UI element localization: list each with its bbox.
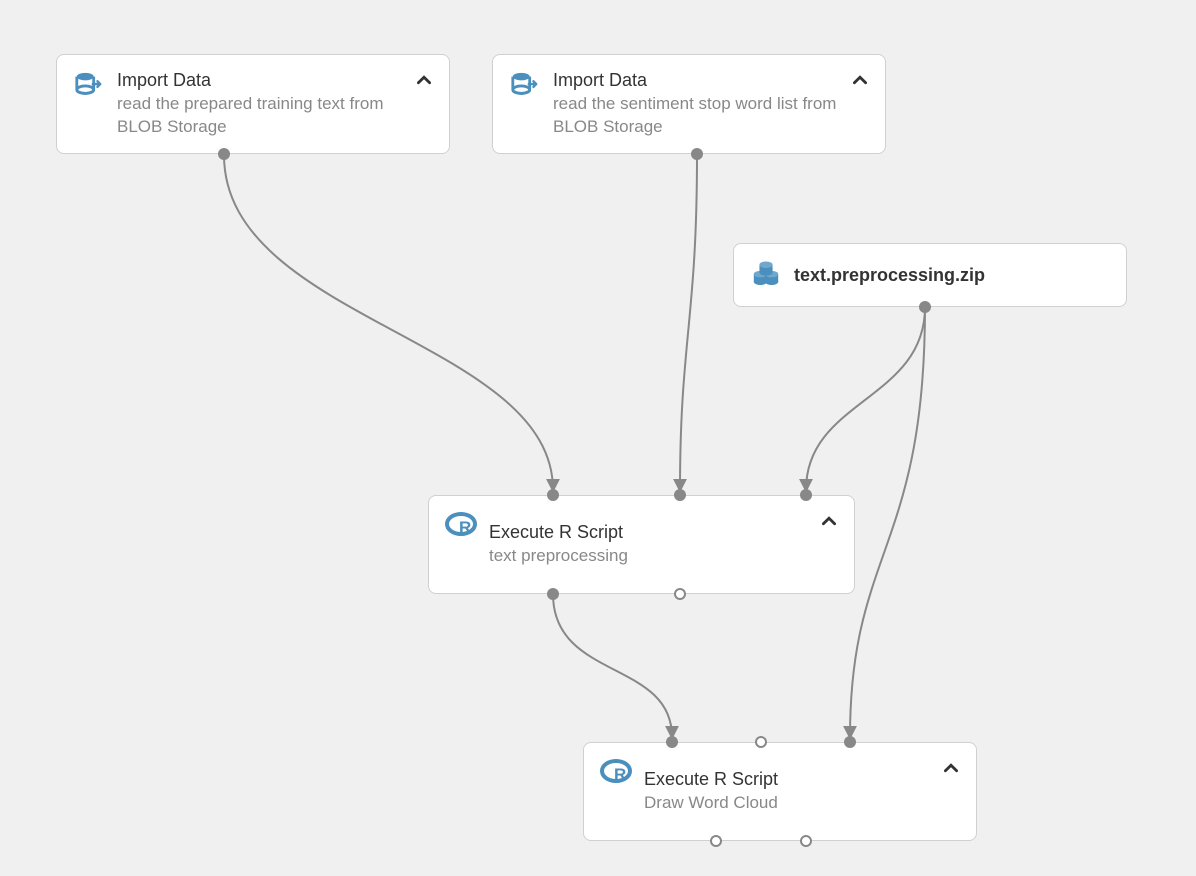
edge-import1-exec1 xyxy=(224,155,553,490)
output-port[interactable] xyxy=(919,301,931,313)
node-import-data-2[interactable]: Import Data read the sentiment stop word… xyxy=(492,54,886,154)
r-language-icon: R xyxy=(600,757,632,789)
node-title: text.preprocessing.zip xyxy=(794,265,1110,286)
input-port[interactable] xyxy=(755,736,767,748)
node-title: Execute R Script xyxy=(489,522,838,543)
edge-zip-exec2 xyxy=(850,307,925,737)
edge-zip-exec1 xyxy=(806,307,925,490)
output-port[interactable] xyxy=(800,835,812,847)
svg-text:R: R xyxy=(459,518,471,537)
node-desc: read the sentiment stop word list from B… xyxy=(553,93,869,137)
package-icon xyxy=(750,260,782,292)
output-port[interactable] xyxy=(691,148,703,160)
output-port[interactable] xyxy=(674,588,686,600)
node-title: Import Data xyxy=(117,70,433,91)
edge-import2-exec1 xyxy=(680,155,697,490)
database-export-icon xyxy=(73,69,105,101)
node-desc: Draw Word Cloud xyxy=(644,792,960,814)
node-desc: text preprocessing xyxy=(489,545,838,567)
chevron-up-icon[interactable] xyxy=(822,514,836,533)
node-execute-r-1[interactable]: R Execute R Script text preprocessing xyxy=(428,495,855,594)
node-title: Execute R Script xyxy=(644,769,960,790)
database-export-icon xyxy=(509,69,541,101)
input-port[interactable] xyxy=(800,489,812,501)
edge-exec1-exec2 xyxy=(553,594,672,737)
output-port[interactable] xyxy=(710,835,722,847)
node-zip-file[interactable]: text.preprocessing.zip xyxy=(733,243,1127,307)
chevron-up-icon[interactable] xyxy=(417,73,431,92)
svg-text:R: R xyxy=(614,765,626,784)
node-desc: read the prepared training text from BLO… xyxy=(117,93,433,137)
output-port[interactable] xyxy=(218,148,230,160)
node-import-data-1[interactable]: Import Data read the prepared training t… xyxy=(56,54,450,154)
r-language-icon: R xyxy=(445,510,477,542)
input-port[interactable] xyxy=(666,736,678,748)
chevron-up-icon[interactable] xyxy=(944,761,958,780)
chevron-up-icon[interactable] xyxy=(853,73,867,92)
input-port[interactable] xyxy=(674,489,686,501)
input-port[interactable] xyxy=(844,736,856,748)
input-port[interactable] xyxy=(547,489,559,501)
node-execute-r-2[interactable]: R Execute R Script Draw Word Cloud xyxy=(583,742,977,841)
node-title: Import Data xyxy=(553,70,869,91)
output-port[interactable] xyxy=(547,588,559,600)
